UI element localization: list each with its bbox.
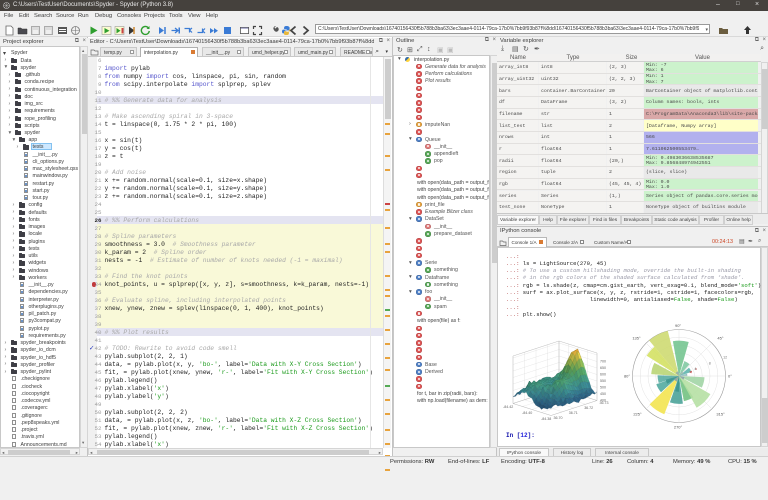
svg-text:135°: 135°	[632, 335, 641, 340]
svg-text:700: 700	[600, 360, 606, 364]
svg-text:450: 450	[600, 392, 606, 396]
svg-text:8: 8	[708, 361, 710, 365]
svg-text:36.73: 36.73	[600, 401, 609, 405]
svg-text:0°: 0°	[728, 373, 732, 378]
svg-text:225°: 225°	[633, 411, 642, 416]
svg-text:45°: 45°	[717, 335, 723, 340]
svg-text:650: 650	[600, 366, 606, 370]
svg-text:270°: 270°	[673, 424, 682, 429]
svg-text:315°: 315°	[716, 411, 725, 416]
svg-text:500: 500	[600, 386, 606, 390]
svg-text:36.72: 36.72	[584, 406, 593, 410]
svg-text:-84.38: -84.38	[541, 417, 551, 421]
svg-text:12: 12	[723, 355, 727, 359]
svg-text:36.71: 36.71	[569, 411, 578, 415]
svg-text:90°: 90°	[674, 323, 680, 328]
svg-text:550: 550	[600, 379, 606, 383]
svg-text:36.70: 36.70	[554, 416, 563, 420]
svg-text:600: 600	[600, 373, 606, 377]
svg-text:-84.40: -84.40	[522, 411, 532, 415]
svg-text:-84.42: -84.42	[503, 405, 513, 409]
svg-text:180°: 180°	[624, 373, 630, 378]
svg-text:4: 4	[694, 367, 696, 371]
